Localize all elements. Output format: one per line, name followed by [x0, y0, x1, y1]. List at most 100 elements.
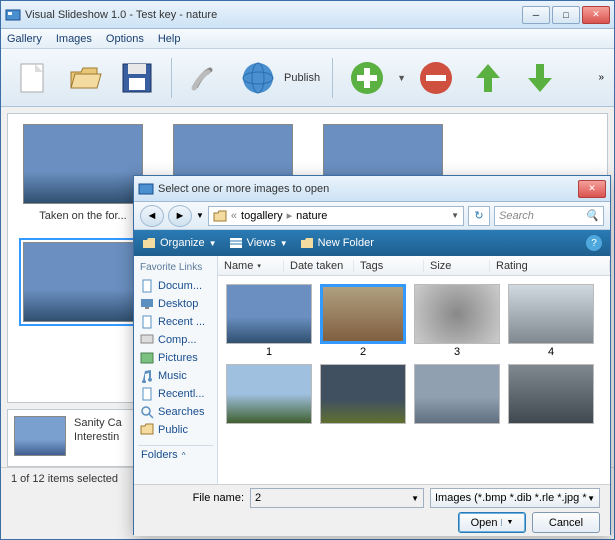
organize-button[interactable]: Organize ▼: [142, 237, 217, 249]
file-label: 1: [224, 346, 314, 358]
fav-public[interactable]: Public: [138, 421, 213, 439]
toolbar-separator: [332, 58, 333, 98]
filter-text: Images (*.bmp *.dib *.rle *.jpg *: [435, 492, 587, 504]
pictures-icon: [140, 351, 154, 365]
caption-text: Sanity Ca Interestin: [74, 416, 122, 445]
file-item[interactable]: 4: [506, 284, 596, 358]
options-button[interactable]: [184, 56, 228, 100]
refresh-button[interactable]: ↻: [468, 206, 490, 226]
computer-icon: [140, 333, 154, 347]
fav-computer[interactable]: Comp...: [138, 331, 213, 349]
fav-pictures[interactable]: Pictures: [138, 349, 213, 367]
file-thumbnail: [226, 364, 312, 424]
file-open-dialog: Select one or more images to open ✕ ◄ ► …: [133, 175, 611, 535]
file-thumbnail: [320, 364, 406, 424]
chevron-down-icon[interactable]: ▼: [451, 211, 459, 220]
recent-icon: [140, 315, 154, 329]
fav-recently[interactable]: Recentl...: [138, 385, 213, 403]
folder-icon: [213, 210, 227, 222]
toolbar-overflow-icon[interactable]: »: [598, 72, 604, 83]
file-thumbnail: [508, 284, 594, 344]
file-item[interactable]: 3: [412, 284, 502, 358]
breadcrumb[interactable]: « togallery ▸ nature ▼: [208, 206, 464, 226]
remove-button[interactable]: [414, 56, 458, 100]
menu-images[interactable]: Images: [56, 33, 92, 45]
add-dropdown-icon[interactable]: ▼: [397, 73, 406, 83]
newfolder-button[interactable]: New Folder: [300, 237, 374, 249]
file-item[interactable]: [506, 364, 596, 426]
close-button[interactable]: ✕: [582, 6, 610, 24]
column-rating[interactable]: Rating: [490, 260, 610, 272]
add-button[interactable]: [345, 56, 389, 100]
file-item[interactable]: [412, 364, 502, 426]
file-list-area: Name▾ Date taken Tags Size Rating 1 2 3 …: [218, 256, 610, 484]
file-item[interactable]: [224, 364, 314, 426]
fav-recent[interactable]: Recent ...: [138, 313, 213, 331]
menu-gallery[interactable]: Gallery: [7, 33, 42, 45]
column-tags[interactable]: Tags: [354, 260, 424, 272]
caption-thumbnail: [14, 416, 66, 456]
folders-toggle[interactable]: Folders ^: [138, 445, 213, 464]
file-item[interactable]: [318, 364, 408, 426]
gallery-item[interactable]: [18, 242, 148, 340]
nav-dropdown-icon[interactable]: ▼: [196, 211, 204, 220]
new-button[interactable]: [11, 56, 55, 100]
fav-documents[interactable]: Docum...: [138, 277, 213, 295]
file-item[interactable]: 1: [224, 284, 314, 358]
search-input[interactable]: Search🔍: [494, 206, 604, 226]
filetype-combo[interactable]: Images (*.bmp *.dib *.rle *.jpg *▼: [430, 488, 600, 508]
move-up-button[interactable]: [466, 56, 510, 100]
menubar: Gallery Images Options Help: [1, 29, 614, 49]
chevron-down-icon: ▼: [209, 239, 217, 248]
fav-label: Searches: [158, 406, 204, 418]
help-button[interactable]: ?: [586, 235, 602, 251]
save-button[interactable]: [115, 56, 159, 100]
document-icon: [140, 279, 154, 293]
main-titlebar: Visual Slideshow 1.0 - Test key - nature…: [1, 1, 614, 29]
menu-help[interactable]: Help: [158, 33, 181, 45]
move-down-button[interactable]: [518, 56, 562, 100]
thumbnail: [23, 242, 143, 322]
recent-icon: [140, 387, 154, 401]
views-button[interactable]: Views ▼: [229, 237, 288, 249]
organize-icon: [142, 237, 156, 249]
breadcrumb-part[interactable]: togallery: [241, 210, 283, 222]
gallery-item[interactable]: Taken on the for...: [18, 124, 148, 222]
chevron-down-icon[interactable]: ▼: [411, 494, 419, 503]
forward-button[interactable]: ►: [168, 205, 192, 227]
maximize-button[interactable]: □: [552, 6, 580, 24]
refresh-icon: ↻: [474, 209, 483, 222]
file-grid: 1 2 3 4: [218, 276, 610, 484]
fav-label: Music: [158, 370, 187, 382]
dialog-app-icon: [138, 181, 154, 197]
fav-desktop[interactable]: Desktop: [138, 295, 213, 313]
caption-line2: Interestin: [74, 430, 122, 444]
dialog-close-button[interactable]: ✕: [578, 180, 606, 198]
fav-label: Public: [158, 424, 188, 436]
dialog-navbar: ◄ ► ▼ « togallery ▸ nature ▼ ↻ Search🔍: [134, 202, 610, 230]
back-button[interactable]: ◄: [140, 205, 164, 227]
filename-input[interactable]: 2▼: [250, 488, 424, 508]
search-icon: [140, 405, 154, 419]
publish-button[interactable]: [236, 56, 280, 100]
fav-searches[interactable]: Searches: [138, 403, 213, 421]
cancel-button[interactable]: Cancel: [532, 512, 600, 533]
minimize-button[interactable]: ─: [522, 6, 550, 24]
caption-line1: Sanity Ca: [74, 416, 122, 430]
open-button[interactable]: Open▼: [458, 512, 526, 533]
arrow-left-icon: ◄: [147, 210, 158, 222]
breadcrumb-part[interactable]: nature: [296, 210, 327, 222]
column-date[interactable]: Date taken: [284, 260, 354, 272]
dialog-body: Favorite Links Docum... Desktop Recent .…: [134, 256, 610, 484]
file-item[interactable]: 2: [318, 284, 408, 358]
music-icon: [140, 369, 154, 383]
file-label: 3: [412, 346, 502, 358]
column-name[interactable]: Name▾: [218, 260, 284, 272]
views-label: Views: [247, 237, 276, 249]
menu-options[interactable]: Options: [106, 33, 144, 45]
column-size[interactable]: Size: [424, 260, 490, 272]
chevron-right-icon: ▸: [287, 209, 293, 222]
fav-music[interactable]: Music: [138, 367, 213, 385]
open-button[interactable]: [63, 56, 107, 100]
desktop-icon: [140, 297, 154, 311]
